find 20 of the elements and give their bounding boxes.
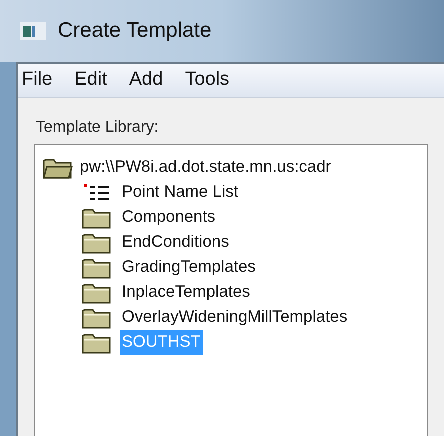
menu-item[interactable]: Edit [74, 66, 108, 95]
tree-item[interactable]: InplaceTemplates [120, 280, 252, 305]
folder-icon [82, 232, 112, 254]
tree-item[interactable]: Point Name List [120, 180, 240, 205]
tree-item[interactable]: pw:\\PW8i.ad.dot.state.mn.us:cadr [79, 155, 332, 180]
folder-icon [82, 282, 112, 304]
folder-icon [82, 206, 112, 228]
tree-item[interactable]: Components [120, 205, 218, 230]
tree-item[interactable]: GradingTemplates [120, 255, 258, 280]
folder-icon [82, 332, 112, 354]
folder-icon [82, 256, 112, 278]
tree-item[interactable]: OverlayWideningMillTemplates [120, 305, 350, 330]
window-title: Create Template [58, 18, 212, 44]
library-label: Template Library: [36, 118, 160, 138]
menu-item[interactable]: Add [129, 66, 164, 95]
window-icon [20, 22, 46, 40]
tree-item[interactable]: EndConditions [120, 230, 232, 255]
menu-item[interactable]: File [22, 66, 53, 95]
menu-item[interactable]: Tools [185, 66, 230, 95]
folder-icon [82, 306, 112, 328]
